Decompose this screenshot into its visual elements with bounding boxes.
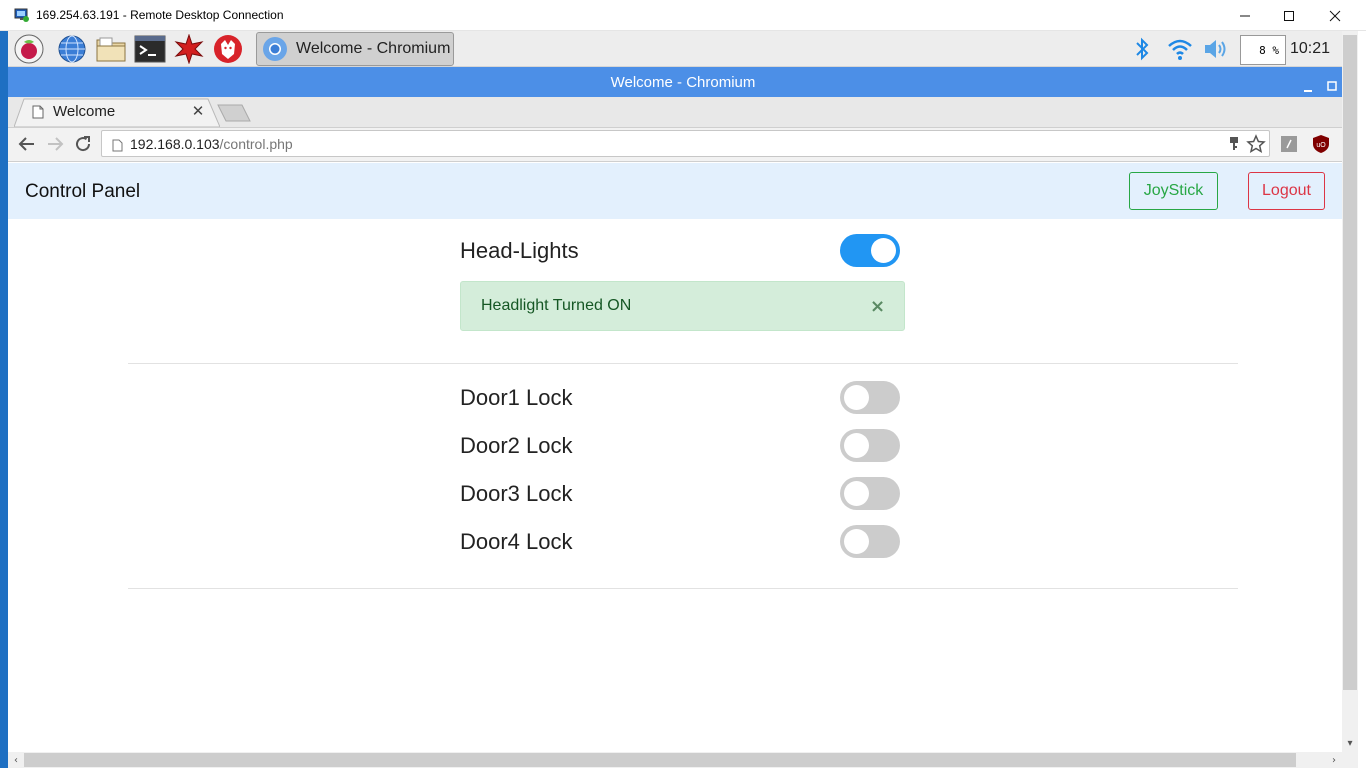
new-tab-button[interactable] xyxy=(216,104,252,122)
page-info-icon[interactable] xyxy=(112,137,123,152)
remote-desktop-icon xyxy=(14,7,30,23)
logout-button[interactable]: Logout xyxy=(1248,172,1325,210)
back-arrow-icon[interactable] xyxy=(16,133,38,155)
divider xyxy=(128,363,1238,364)
door1-lock-toggle[interactable] xyxy=(840,381,900,414)
url-path: /control.php xyxy=(219,136,293,152)
door3-lock-toggle[interactable] xyxy=(840,477,900,510)
horizontal-scroll-thumb[interactable] xyxy=(24,753,1296,767)
wifi-icon[interactable] xyxy=(1164,33,1196,65)
file-manager-icon[interactable] xyxy=(95,33,127,65)
vertical-scroll-thumb[interactable] xyxy=(1343,35,1357,690)
wolfram-icon[interactable] xyxy=(212,33,244,65)
minimize-icon[interactable] xyxy=(1222,0,1268,31)
close-icon[interactable] xyxy=(1312,0,1358,31)
scroll-left-arrow-icon[interactable]: ‹ xyxy=(8,752,24,768)
volume-icon[interactable] xyxy=(1200,33,1232,65)
raspberry-menu-icon[interactable] xyxy=(13,33,45,65)
chromium-icon xyxy=(262,36,288,62)
browser-window-title: Welcome - Chromium xyxy=(610,74,756,91)
alert-message: Headlight Turned ON xyxy=(481,297,632,314)
reload-icon[interactable] xyxy=(72,133,94,155)
scroll-down-arrow-icon[interactable]: ▾ xyxy=(1342,735,1358,751)
rdp-window-title: 169.254.63.191 - Remote Desktop Connecti… xyxy=(36,8,284,22)
web-browser-icon[interactable] xyxy=(56,33,88,65)
key-icon[interactable] xyxy=(1227,136,1241,152)
browser-minimize-icon[interactable] xyxy=(1302,78,1314,92)
tab-close-icon[interactable]: ✕ xyxy=(190,102,206,120)
maximize-icon[interactable] xyxy=(1266,0,1312,31)
navbar-brand[interactable]: Control Panel xyxy=(25,181,140,203)
door4-lock-toggle[interactable] xyxy=(840,525,900,558)
taskbar-window-label: Welcome - Chromium xyxy=(296,40,451,57)
door3-lock-label: Door3 Lock xyxy=(460,481,573,506)
browser-maximize-icon[interactable] xyxy=(1326,77,1338,91)
cpu-monitor: 8 % xyxy=(1240,35,1286,65)
taskbar-window-button[interactable]: Welcome - Chromium xyxy=(256,32,454,66)
url-text: 192.168.0.103/control.php xyxy=(130,136,293,152)
door2-lock-label: Door2 Lock xyxy=(460,433,573,458)
divider xyxy=(128,588,1238,589)
extension-icon[interactable] xyxy=(1280,135,1298,153)
page-body xyxy=(8,163,1342,752)
tab-label: Welcome xyxy=(53,103,116,120)
url-host: 192.168.0.103 xyxy=(130,136,220,152)
joystick-button[interactable]: JoyStick xyxy=(1129,172,1218,210)
bookmark-star-icon[interactable] xyxy=(1246,134,1266,154)
svg-text:uO: uO xyxy=(1316,142,1326,149)
headlights-label: Head-Lights xyxy=(460,238,579,263)
host-desktop-edge xyxy=(0,31,8,768)
headlights-toggle[interactable] xyxy=(840,234,900,267)
page-icon xyxy=(32,104,44,119)
scroll-right-arrow-icon[interactable]: › xyxy=(1326,752,1342,768)
ublock-icon[interactable]: uO xyxy=(1311,134,1331,154)
door4-lock-label: Door4 Lock xyxy=(460,529,573,554)
bluetooth-icon[interactable] xyxy=(1126,33,1158,65)
forward-arrow-icon[interactable] xyxy=(44,133,66,155)
alert-close-icon[interactable]: × xyxy=(870,296,885,317)
mathematica-icon[interactable] xyxy=(173,33,205,65)
clock[interactable]: 10:21 xyxy=(1290,40,1330,58)
door2-lock-toggle[interactable] xyxy=(840,429,900,462)
terminal-icon[interactable] xyxy=(134,33,166,65)
door1-lock-label: Door1 Lock xyxy=(460,385,573,410)
